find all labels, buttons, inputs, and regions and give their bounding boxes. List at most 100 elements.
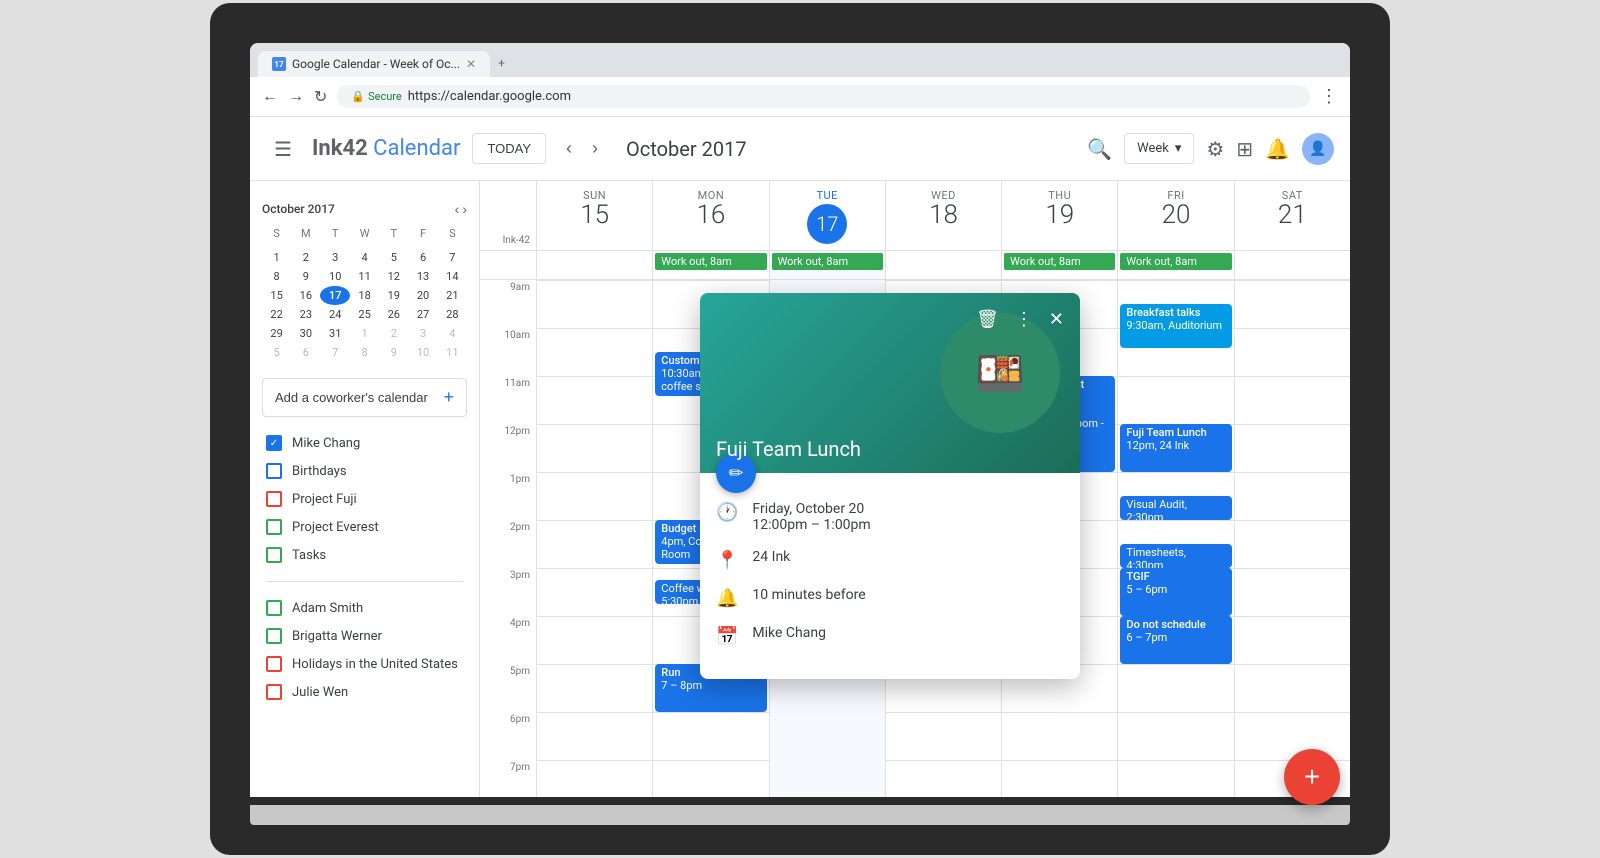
mini-cal-date[interactable]: 4 bbox=[350, 248, 379, 267]
view-selector[interactable]: Week ▾ bbox=[1124, 133, 1194, 164]
mini-cal-date[interactable]: 8 bbox=[262, 267, 291, 286]
list-item[interactable]: Project Fuji bbox=[250, 485, 479, 513]
mini-cal-date[interactable]: 5 bbox=[262, 343, 291, 362]
browser-menu-btn[interactable]: ⋮ bbox=[1320, 86, 1338, 107]
mini-cal-date[interactable]: 3 bbox=[408, 324, 437, 343]
next-week-btn[interactable]: › bbox=[584, 134, 606, 163]
mini-cal-prev-btn[interactable]: ‹ bbox=[455, 201, 460, 217]
mini-cal-date[interactable]: 15 bbox=[262, 286, 291, 305]
event-do-not-schedule[interactable]: Do not schedule 6 – 7pm bbox=[1120, 616, 1231, 664]
mini-cal-date[interactable]: 10 bbox=[408, 343, 437, 362]
fab-add-btn[interactable]: + bbox=[1284, 749, 1340, 805]
bell-icon[interactable]: 🔔 bbox=[1265, 137, 1290, 161]
all-day-event[interactable]: Work out, 8am bbox=[1120, 253, 1231, 270]
back-btn[interactable]: ← bbox=[262, 88, 278, 106]
list-item[interactable]: ✓ Mike Chang bbox=[250, 429, 479, 457]
list-item[interactable]: Tasks bbox=[250, 541, 479, 569]
day-header-fri: FRI 20 bbox=[1117, 181, 1233, 250]
mini-cal-date[interactable]: 6 bbox=[291, 343, 320, 362]
calendar-checkbox[interactable]: ✓ bbox=[266, 435, 282, 451]
mini-cal-next-btn[interactable]: › bbox=[462, 201, 467, 217]
mini-cal-date[interactable]: 12 bbox=[379, 267, 408, 286]
mini-cal-date[interactable]: 29 bbox=[262, 324, 291, 343]
all-day-event[interactable]: Work out, 8am bbox=[655, 253, 766, 270]
mini-cal-date[interactable]: 3 bbox=[320, 248, 350, 267]
mini-cal-date[interactable]: 24 bbox=[320, 305, 350, 324]
mini-cal-date[interactable]: 16 bbox=[291, 286, 320, 305]
popup-delete-btn[interactable]: 🗑 bbox=[972, 305, 1003, 334]
search-icon[interactable]: 🔍 bbox=[1087, 137, 1112, 161]
mini-cal-date[interactable]: 1 bbox=[350, 324, 379, 343]
settings-icon[interactable]: ⚙ bbox=[1206, 137, 1224, 161]
calendar-checkbox[interactable] bbox=[266, 628, 282, 644]
mini-cal-date[interactable]: 8 bbox=[350, 343, 379, 362]
mini-cal-date[interactable]: 2 bbox=[379, 324, 408, 343]
mini-cal-date[interactable]: 7 bbox=[438, 248, 467, 267]
mini-cal-date today[interactable]: 17 bbox=[320, 286, 350, 305]
event-breakfast-talks[interactable]: Breakfast talks 9:30am, Auditorium bbox=[1120, 304, 1231, 348]
new-tab-btn[interactable]: + bbox=[498, 56, 514, 72]
mini-cal-date[interactable]: 13 bbox=[408, 267, 437, 286]
event-visual-audit[interactable]: Visual Audit, 2:30pm bbox=[1120, 496, 1231, 520]
forward-btn[interactable]: → bbox=[288, 88, 304, 106]
list-item[interactable]: Julie Wen bbox=[250, 678, 479, 706]
apps-icon[interactable]: ⊞ bbox=[1236, 137, 1253, 161]
mini-cal-date[interactable]: 27 bbox=[408, 305, 437, 324]
mini-cal-date[interactable]: 1 bbox=[262, 248, 291, 267]
list-item[interactable]: Adam Smith bbox=[250, 594, 479, 622]
popup-close-btn[interactable]: ✕ bbox=[1045, 305, 1068, 334]
time-11am: 11am bbox=[480, 376, 536, 424]
event-tgif[interactable]: TGIF 5 – 6pm bbox=[1120, 568, 1231, 616]
calendar-checkbox[interactable] bbox=[266, 463, 282, 479]
all-day-event[interactable]: Work out, 8am bbox=[1004, 253, 1115, 270]
calendar-checkbox[interactable] bbox=[266, 491, 282, 507]
mini-cal-date[interactable]: 11 bbox=[438, 343, 467, 362]
mini-cal-date[interactable]: 10 bbox=[320, 267, 350, 286]
add-coworker-btn[interactable]: Add a coworker's calendar + bbox=[262, 378, 467, 417]
mini-cal-date[interactable]: 26 bbox=[379, 305, 408, 324]
event-fuji-lunch[interactable]: Fuji Team Lunch 12pm, 24 Ink bbox=[1120, 424, 1231, 472]
calendar-checkbox[interactable] bbox=[266, 600, 282, 616]
mini-cal-date[interactable]: 14 bbox=[438, 267, 467, 286]
mini-cal-date[interactable]: 7 bbox=[320, 343, 350, 362]
calendar-checkbox[interactable] bbox=[266, 656, 282, 672]
mini-cal-date[interactable]: 20 bbox=[408, 286, 437, 305]
prev-week-btn[interactable]: ‹ bbox=[558, 134, 580, 163]
list-item[interactable]: Birthdays bbox=[250, 457, 479, 485]
hamburger-menu-btn[interactable]: ☰ bbox=[266, 129, 300, 169]
calendar-checkbox[interactable] bbox=[266, 519, 282, 535]
avatar[interactable]: 👤 bbox=[1302, 133, 1334, 165]
list-item[interactable]: Project Everest bbox=[250, 513, 479, 541]
list-item[interactable]: Brigatta Werner bbox=[250, 622, 479, 650]
mini-cal-date[interactable]: 28 bbox=[438, 305, 467, 324]
mini-cal-date[interactable]: 4 bbox=[438, 324, 467, 343]
mini-cal-date[interactable]: 5 bbox=[379, 248, 408, 267]
today-btn[interactable]: TODAY bbox=[472, 133, 546, 164]
mini-cal-date[interactable]: 30 bbox=[291, 324, 320, 343]
event-timesheets[interactable]: Timesheets, 4:30pm bbox=[1120, 544, 1231, 568]
mini-cal-date[interactable]: 25 bbox=[350, 305, 379, 324]
mini-cal-date[interactable]: 6 bbox=[408, 248, 437, 267]
mini-cal-date[interactable]: 22 bbox=[262, 305, 291, 324]
tab-close-btn[interactable]: ✕ bbox=[466, 57, 476, 71]
mini-cal-date[interactable]: 23 bbox=[291, 305, 320, 324]
laptop-base bbox=[250, 805, 1350, 825]
mini-cal-date[interactable]: 9 bbox=[291, 267, 320, 286]
calendar-name: Brigatta Werner bbox=[292, 629, 382, 644]
mini-cal-date[interactable]: 31 bbox=[320, 324, 350, 343]
all-day-event[interactable]: Work out, 8am bbox=[772, 253, 883, 270]
mini-cal-date[interactable]: 18 bbox=[350, 286, 379, 305]
active-tab[interactable]: 17 Google Calendar - Week of Oc... ✕ bbox=[258, 51, 490, 77]
list-item[interactable]: Holidays in the United States bbox=[250, 650, 479, 678]
mini-cal-date[interactable]: 21 bbox=[438, 286, 467, 305]
url-bar[interactable]: 🔒 Secure https://calendar.google.com bbox=[337, 85, 1310, 108]
day-number: 19 bbox=[1006, 202, 1113, 228]
refresh-btn[interactable]: ↻ bbox=[314, 87, 327, 107]
mini-cal-date[interactable]: 11 bbox=[350, 267, 379, 286]
mini-cal-date[interactable]: 9 bbox=[379, 343, 408, 362]
calendar-checkbox[interactable] bbox=[266, 547, 282, 563]
mini-cal-date[interactable]: 19 bbox=[379, 286, 408, 305]
popup-more-btn[interactable]: ⋮ bbox=[1011, 305, 1037, 334]
calendar-checkbox[interactable] bbox=[266, 684, 282, 700]
mini-cal-date[interactable]: 2 bbox=[291, 248, 320, 267]
